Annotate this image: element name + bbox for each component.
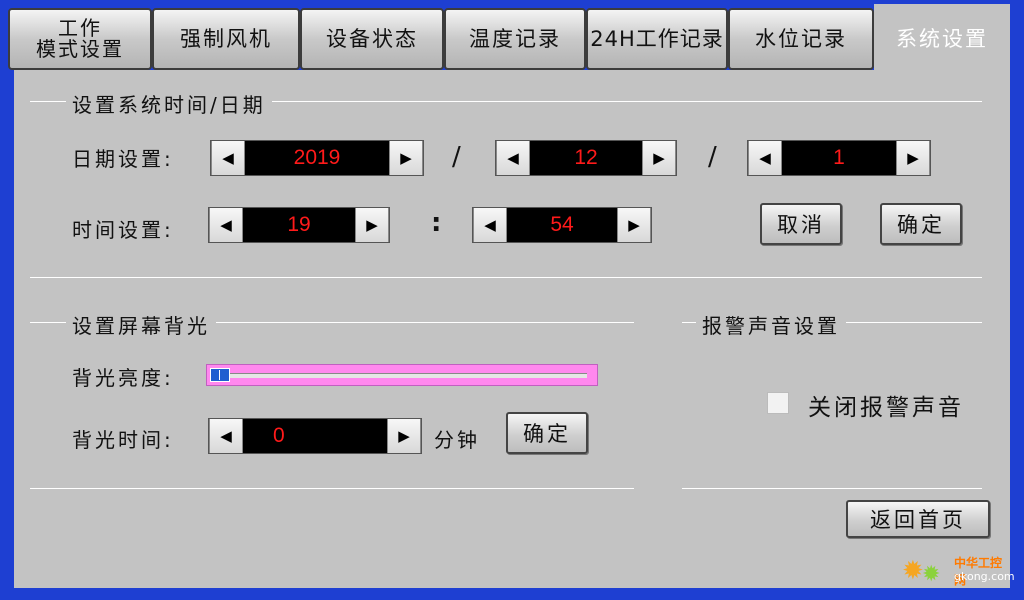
month-value[interactable]: 12 — [530, 141, 642, 175]
right-arrow-icon: ▶ — [366, 216, 378, 234]
section-divider — [30, 488, 634, 489]
tab-temperature-log[interactable]: 温度记录 — [444, 8, 586, 70]
brightness-label: 背光亮度: — [72, 366, 174, 390]
year-decrease-button[interactable]: ◀ — [211, 141, 245, 175]
minute-value[interactable]: 54 — [507, 208, 617, 242]
date-separator: / — [708, 142, 717, 172]
right-arrow-icon: ▶ — [907, 149, 919, 167]
right-arrow-icon: ▶ — [398, 427, 410, 445]
right-arrow-icon: ▶ — [628, 216, 640, 234]
month-increase-button[interactable]: ▶ — [642, 141, 676, 175]
year-increase-button[interactable]: ▶ — [389, 141, 423, 175]
alarm-section-title: 报警声音设置 — [696, 310, 846, 339]
left-arrow-icon: ◀ — [222, 149, 234, 167]
backlight-time-increase-button[interactable]: ▶ — [387, 419, 421, 453]
slider-thumb[interactable] — [210, 368, 230, 382]
backlight-time-decrease-button[interactable]: ◀ — [209, 419, 243, 453]
minute-decrease-button[interactable]: ◀ — [473, 208, 507, 242]
time-separator: : — [431, 208, 442, 238]
left-arrow-icon: ◀ — [220, 427, 232, 445]
brightness-slider[interactable] — [206, 364, 598, 386]
hour-value[interactable]: 19 — [243, 208, 355, 242]
cancel-button[interactable]: 取消 — [760, 203, 842, 245]
mute-alarm-label[interactable]: 关闭报警声音 — [808, 388, 964, 422]
section-divider — [30, 277, 982, 278]
datetime-section-title: 设置系统时间/日期 — [66, 89, 272, 118]
confirm-datetime-button[interactable]: 确定 — [880, 203, 962, 245]
tab-water-level-log[interactable]: 水位记录 — [728, 8, 874, 70]
right-arrow-icon: ▶ — [653, 149, 665, 167]
tab-device-status[interactable]: 设备状态 — [300, 8, 444, 70]
left-arrow-icon: ◀ — [484, 216, 496, 234]
left-arrow-icon: ◀ — [220, 216, 232, 234]
gear-icon: ✹ — [902, 556, 924, 586]
tab-bar: 工作 模式设置 强制风机 设备状态 温度记录 24H工作记录 水位记录 系统设置 — [4, 4, 1020, 74]
time-label: 时间设置: — [72, 218, 174, 242]
backlight-section-title: 设置屏幕背光 — [66, 310, 216, 339]
backlight-time-unit: 分钟 — [434, 428, 480, 452]
month-decrease-button[interactable]: ◀ — [496, 141, 530, 175]
backlight-time-label: 背光时间: — [72, 428, 174, 452]
watermark-url: gkong.com — [954, 570, 1015, 583]
right-arrow-icon: ▶ — [400, 149, 412, 167]
month-spinner: ◀ 12 ▶ — [495, 140, 677, 176]
day-decrease-button[interactable]: ◀ — [748, 141, 782, 175]
section-divider — [682, 488, 982, 489]
tab-24h-work-log[interactable]: 24H工作记录 — [586, 8, 728, 70]
year-spinner: ◀ 2019 ▶ — [210, 140, 424, 176]
hour-decrease-button[interactable]: ◀ — [209, 208, 243, 242]
system-settings-panel: 设置系统时间/日期 日期设置: ◀ 2019 ▶ / ◀ 12 ▶ / ◀ 1 … — [14, 70, 1015, 588]
day-spinner: ◀ 1 ▶ — [747, 140, 931, 176]
mute-alarm-checkbox[interactable] — [767, 392, 789, 414]
day-increase-button[interactable]: ▶ — [896, 141, 930, 175]
minute-spinner: ◀ 54 ▶ — [472, 207, 652, 243]
backlight-time-value[interactable]: 0 — [243, 419, 387, 453]
hour-increase-button[interactable]: ▶ — [355, 208, 389, 242]
tab-system-settings[interactable]: 系统设置 — [874, 4, 1010, 74]
day-value[interactable]: 1 — [782, 141, 896, 175]
gear-icon: ✹ — [922, 562, 941, 587]
date-label: 日期设置: — [72, 147, 174, 171]
left-arrow-icon: ◀ — [507, 149, 519, 167]
watermark-logo: ✹ ✹ 中华工控网 gkong.com — [892, 552, 1015, 587]
confirm-backlight-button[interactable]: 确定 — [506, 412, 588, 454]
date-separator: / — [452, 142, 461, 172]
minute-increase-button[interactable]: ▶ — [617, 208, 651, 242]
backlight-time-spinner: ◀ 0 ▶ — [208, 418, 422, 454]
hour-spinner: ◀ 19 ▶ — [208, 207, 390, 243]
left-arrow-icon: ◀ — [759, 149, 771, 167]
slider-track — [215, 373, 587, 378]
tab-forced-fan[interactable]: 强制风机 — [152, 8, 300, 70]
tab-work-mode[interactable]: 工作 模式设置 — [8, 8, 152, 70]
year-value[interactable]: 2019 — [245, 141, 389, 175]
return-home-button[interactable]: 返回首页 — [846, 500, 990, 538]
